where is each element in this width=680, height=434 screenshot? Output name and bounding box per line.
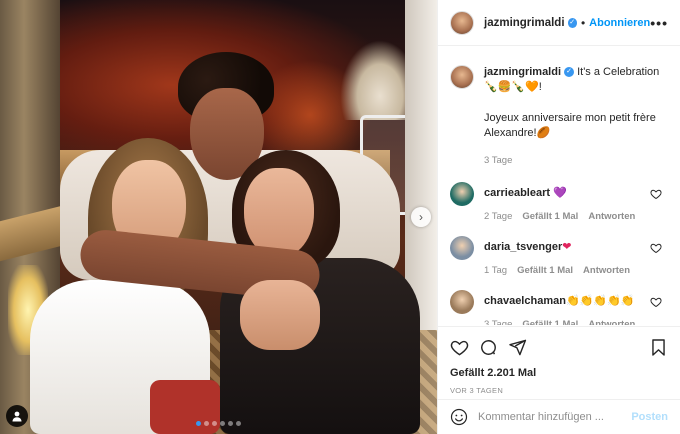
carousel-indicator xyxy=(196,421,241,426)
comment-input[interactable] xyxy=(478,411,632,423)
comment-likes[interactable]: Gefällt 1 Mal xyxy=(522,209,578,224)
post-actions: Gefällt 2.201 Mal VOR 3 TAGEN xyxy=(438,326,680,395)
caption-text-line2: Joyeux anniversaire mon petit frère Alex… xyxy=(484,112,656,139)
like-heart-icon[interactable] xyxy=(450,338,469,357)
comment-time[interactable]: 2 Tage xyxy=(484,209,512,224)
comment-likes[interactable]: Gefällt 1 Mal xyxy=(517,263,573,278)
comment-username[interactable]: carrieableart xyxy=(484,187,550,199)
caption-time[interactable]: 3 Tage xyxy=(484,153,512,168)
comment-username[interactable]: daria_tsvenger xyxy=(484,241,562,253)
carousel-next-button[interactable]: › xyxy=(411,207,431,227)
comment-body: daria_tsvenger❤ 1 Tag Gefällt 1 Mal Antwor… xyxy=(484,236,630,278)
comment-username[interactable]: chavaelchaman xyxy=(484,295,566,307)
post-caption: jazmingrimaldi ✓ It's a Celebration 🍾🍔🍾🧡!… xyxy=(450,47,668,168)
comments-list[interactable]: jazmingrimaldi ✓ It's a Celebration 🍾🍔🍾🧡!… xyxy=(438,47,680,325)
comment-item: daria_tsvenger❤ 1 Tag Gefällt 1 Mal Antwor… xyxy=(450,236,668,278)
reply-button[interactable]: Antworten xyxy=(583,263,630,278)
user-icon xyxy=(12,411,22,422)
like-comment-heart-icon[interactable] xyxy=(650,296,662,308)
like-comment-heart-icon[interactable] xyxy=(650,242,662,254)
carousel-dot xyxy=(212,421,217,426)
carousel-dot xyxy=(204,421,209,426)
verified-badge-icon: ✓ xyxy=(564,67,575,78)
likes-count[interactable]: Gefällt 2.201 Mal xyxy=(450,367,668,379)
post-header: jazmingrimaldi ✓ • Abonnieren ••• xyxy=(438,0,680,46)
like-comment-heart-icon[interactable] xyxy=(650,188,662,200)
comment-body: carrieableart 💜 2 Tage Gefällt 1 Mal Antwo… xyxy=(484,182,635,224)
comment-likes[interactable]: Gefällt 1 Mal xyxy=(522,317,578,325)
header-separator: • xyxy=(580,15,586,30)
comment-item: carrieableart 💜 2 Tage Gefällt 1 Mal Antwo… xyxy=(450,182,668,224)
carousel-dot xyxy=(228,421,233,426)
comment-item: chavaelchaman👏👏👏👏👏 3 Tage Gefällt 1 Mal An… xyxy=(450,290,668,325)
avatar[interactable] xyxy=(450,10,474,35)
avatar[interactable] xyxy=(450,65,474,89)
follow-button[interactable]: Abonnieren xyxy=(589,17,650,29)
tagged-users-button[interactable] xyxy=(6,405,28,427)
post-comment-button[interactable]: Posten xyxy=(631,411,668,423)
reply-button[interactable]: Antworten xyxy=(588,209,635,224)
comment-text: 💜 xyxy=(553,187,567,199)
post-sidebar: jazmingrimaldi ✓ • Abonnieren ••• jazmin… xyxy=(437,0,680,434)
caption-body: jazmingrimaldi ✓ It's a Celebration 🍾🍔🍾🧡!… xyxy=(484,65,668,168)
carousel-dot xyxy=(236,421,241,426)
add-comment-bar: Posten xyxy=(438,399,680,434)
person-hands xyxy=(240,280,320,350)
avatar[interactable] xyxy=(450,290,474,314)
comment-time[interactable]: 1 Tag xyxy=(484,263,507,278)
avatar[interactable] xyxy=(450,236,474,260)
action-icons xyxy=(450,335,668,359)
comment-bubble-icon[interactable] xyxy=(479,338,498,357)
bookmark-icon[interactable] xyxy=(649,338,668,357)
comment-text: 👏👏👏👏👏 xyxy=(565,295,635,307)
caption-username[interactable]: jazmingrimaldi xyxy=(484,66,561,78)
comment-time[interactable]: 3 Tage xyxy=(484,317,512,325)
share-plane-icon[interactable] xyxy=(508,338,527,357)
post-photo[interactable]: › xyxy=(0,0,437,434)
reply-button[interactable]: Antworten xyxy=(588,317,635,325)
instagram-post-view: › jazmingrimaldi ✓ • Abonnieren ••• jazm… xyxy=(0,0,680,434)
comment-text: ❤ xyxy=(562,241,572,253)
more-options-icon[interactable]: ••• xyxy=(650,15,668,31)
emoji-icon[interactable] xyxy=(450,408,468,426)
header-username[interactable]: jazmingrimaldi xyxy=(484,17,565,29)
carousel-dot xyxy=(220,421,225,426)
verified-badge-icon: ✓ xyxy=(567,17,577,28)
person-face xyxy=(244,168,314,258)
avatar[interactable] xyxy=(450,182,474,206)
comment-body: chavaelchaman👏👏👏👏👏 3 Tage Gefällt 1 Mal An… xyxy=(484,290,635,325)
carousel-dot xyxy=(196,421,201,426)
post-date[interactable]: VOR 3 TAGEN xyxy=(450,386,668,395)
